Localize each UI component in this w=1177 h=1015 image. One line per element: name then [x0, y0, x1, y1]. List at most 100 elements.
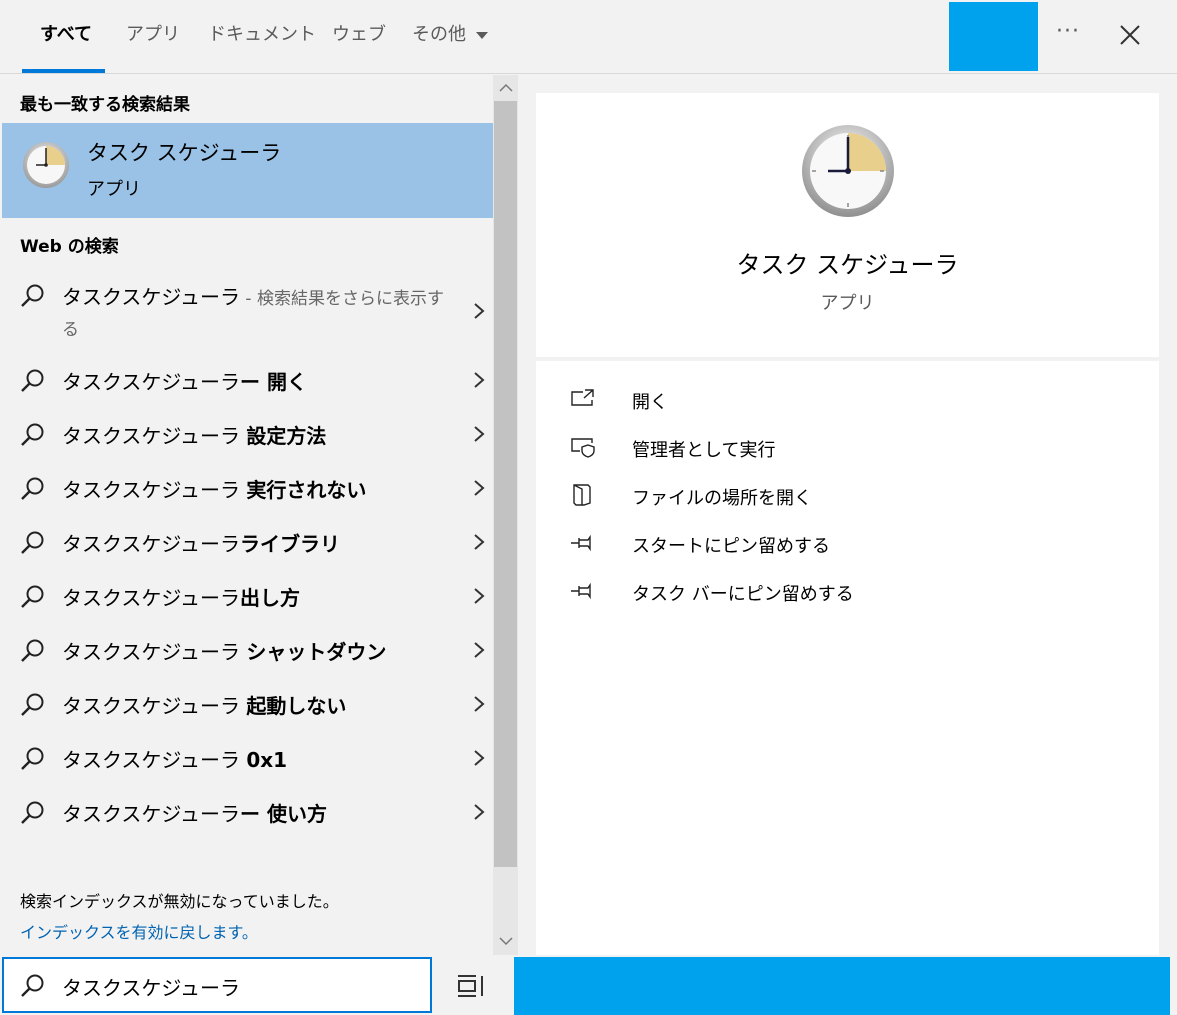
web-suggestion-base: タスクスケジューラ — [62, 532, 240, 556]
pin-to-start-label: スタートにピン留めする — [632, 536, 830, 557]
chevron-right-icon — [474, 750, 485, 766]
web-suggestion-base: タスクスケジューラ — [62, 478, 247, 502]
web-suggestion-label: タスクスケジューラー 開く — [62, 366, 307, 395]
web-suggestion-item[interactable]: タスクスケジューラ 設定方法 — [0, 417, 493, 453]
open-file-location-label: ファイルの場所を開く — [632, 488, 812, 509]
search-icon — [21, 585, 44, 608]
search-icon — [21, 531, 44, 554]
close-icon — [1120, 25, 1140, 45]
results-pane: 最も一致する検索結果 タスク スケジューラ アプリ Web の検索 タスクスケジ… — [0, 75, 493, 955]
web-suggestion-item[interactable]: タスクスケジューラ 実行されない — [0, 471, 493, 507]
web-suggestion-item[interactable]: タスクスケジューラライブラリ — [0, 525, 493, 561]
chevron-right-icon — [474, 303, 485, 319]
web-suggestion-label: タスクスケジューラー 使い方 — [62, 798, 327, 827]
search-icon — [21, 423, 44, 446]
web-suggestion-base: タスクスケジューラ — [62, 694, 247, 718]
search-icon — [21, 369, 44, 392]
web-suggestion-emphasis: 出し方 — [240, 586, 300, 610]
best-match-title: タスク スケジューラ — [87, 141, 282, 165]
tab-web[interactable]: ウェブ — [332, 0, 386, 74]
clock-icon — [23, 142, 69, 188]
web-suggestion-emphasis: ライブラリ — [240, 532, 340, 556]
search-icon — [21, 639, 44, 662]
app-title: タスク スケジューラ — [736, 251, 959, 279]
chevron-right-icon — [474, 372, 485, 388]
search-input[interactable] — [62, 968, 422, 1004]
chevron-right-icon — [474, 480, 485, 496]
enable-index-link[interactable]: インデックスを有効に戻します。 — [20, 919, 258, 943]
search-tab-bar: すべて アプリ ドキュメント ウェブ その他 ··· — [0, 0, 1177, 74]
web-suggestion-label: タスクスケジューラライブラリ — [62, 528, 340, 557]
web-suggestion-item[interactable]: タスクスケジューラー 開く — [0, 363, 493, 399]
pin-icon — [571, 534, 591, 552]
web-suggestion-label: タスクスケジューラ 起動しない — [62, 690, 346, 719]
pin-icon — [571, 582, 591, 600]
clock-icon — [802, 125, 894, 217]
web-suggestion-emphasis: ー 開く — [240, 370, 307, 394]
search-icon — [21, 747, 44, 770]
web-suggestion-label: タスクスケジューラ 0x1 — [62, 744, 287, 773]
app-preview-card: タスク スケジューラ アプリ — [536, 93, 1159, 357]
tab-more-label: その他 — [412, 24, 466, 45]
search-box[interactable] — [2, 957, 432, 1013]
web-suggestion-emphasis: 設定方法 — [246, 424, 327, 448]
web-suggestion-emphasis: 起動しない — [246, 694, 347, 718]
search-icon — [21, 693, 44, 716]
task-view-button[interactable] — [434, 957, 514, 1015]
close-button[interactable] — [1108, 14, 1152, 58]
web-result-hint-continued: る — [62, 320, 79, 340]
results-scrollbar[interactable] — [493, 75, 518, 955]
web-suggestion-emphasis: 0x1 — [246, 748, 288, 772]
detail-pane: タスク スケジューラ アプリ 開く 管理者として実行 ファイルの場所を開く スタ… — [518, 75, 1177, 955]
web-result-label: タスクスケジューラ - 検索結果をさらに表示す — [62, 281, 444, 310]
best-match-subtitle: アプリ — [87, 179, 141, 200]
best-match-result[interactable]: タスク スケジューラ アプリ — [2, 123, 493, 218]
web-suggestion-base: タスクスケジューラ — [62, 586, 240, 610]
web-suggestion-item[interactable]: タスクスケジューラ 0x1 — [0, 741, 493, 777]
tab-apps[interactable]: アプリ — [126, 0, 180, 74]
web-result-hint: - 検索結果をさらに表示す — [240, 289, 444, 309]
open-icon — [571, 389, 594, 406]
tab-documents[interactable]: ドキュメント — [208, 0, 316, 74]
web-result-query: タスクスケジューラ — [62, 285, 240, 309]
web-suggestion-base: タスクスケジューラ — [62, 424, 247, 448]
more-options-button[interactable]: ··· — [1044, 12, 1092, 58]
chevron-down-icon[interactable] — [498, 935, 514, 947]
web-suggestion-label: タスクスケジューラ シャットダウン — [62, 636, 386, 665]
open-action-label: 開く — [632, 392, 668, 413]
chevron-right-icon — [474, 588, 485, 604]
web-suggestion-emphasis: シャットダウン — [246, 640, 387, 664]
scrollbar-thumb[interactable] — [494, 101, 517, 867]
app-type: アプリ — [820, 293, 875, 314]
pin-to-taskbar-label: タスク バーにピン留めする — [632, 584, 854, 605]
web-suggestion-item[interactable]: タスクスケジューラー 使い方 — [0, 795, 493, 831]
web-suggestion-emphasis: ー 使い方 — [240, 802, 327, 826]
web-result-more[interactable]: タスクスケジューラ - 検索結果をさらに表示す る — [0, 277, 493, 343]
account-tile[interactable] — [949, 2, 1038, 71]
web-suggestion-label: タスクスケジューラ 設定方法 — [62, 420, 326, 449]
file-location-icon — [573, 484, 591, 506]
chevron-down-icon — [476, 31, 488, 39]
run-as-admin-label: 管理者として実行 — [632, 440, 776, 461]
search-icon — [21, 284, 44, 307]
web-suggestion-item[interactable]: タスクスケジューラ出し方 — [0, 579, 493, 615]
web-suggestion-base: タスクスケジューラ — [62, 640, 247, 664]
app-actions-list: 開く 管理者として実行 ファイルの場所を開く スタートにピン留めする タスク バ… — [536, 361, 1159, 955]
web-suggestion-emphasis: 実行されない — [246, 478, 367, 502]
index-disabled-message: 検索インデックスが無効になっていました。 — [20, 892, 339, 911]
task-view-icon — [458, 975, 483, 997]
tab-all[interactable]: すべて — [40, 0, 92, 74]
web-suggestion-label: タスクスケジューラ 実行されない — [62, 474, 366, 503]
chevron-up-icon[interactable] — [498, 82, 514, 94]
web-suggestion-base: タスクスケジューラ — [62, 370, 240, 394]
chevron-right-icon — [474, 426, 485, 442]
taskbar — [514, 957, 1170, 1015]
shield-icon — [571, 438, 595, 458]
web-suggestion-item[interactable]: タスクスケジューラ シャットダウン — [0, 633, 493, 669]
web-suggestion-item[interactable]: タスクスケジューラ 起動しない — [0, 687, 493, 723]
tab-more[interactable]: その他 — [412, 0, 488, 74]
web-suggestion-base: タスクスケジューラ — [62, 748, 247, 772]
chevron-right-icon — [474, 642, 485, 658]
web-suggestion-label: タスクスケジューラ出し方 — [62, 582, 300, 611]
chevron-right-icon — [474, 534, 485, 550]
